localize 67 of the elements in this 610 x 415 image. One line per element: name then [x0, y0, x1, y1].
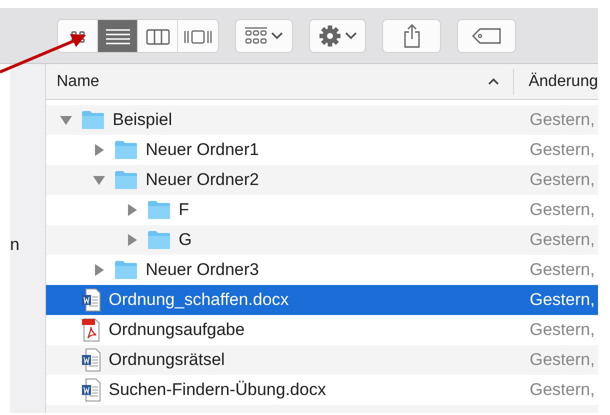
- file-row[interactable]: Neuer Ordner2 Gestern,: [46, 165, 598, 195]
- sort-ascending-icon: [488, 78, 499, 85]
- arrange-icon: [245, 26, 267, 44]
- modified-date: Gestern,: [528, 289, 595, 312]
- modified-date: Gestern,: [528, 229, 595, 252]
- pdf-document-icon: [80, 318, 101, 342]
- column-title: Änderung: [528, 72, 598, 90]
- folder-icon: [80, 110, 105, 130]
- file-name: Neuer Ordner2: [146, 169, 259, 192]
- columns-icon: [146, 28, 170, 44]
- action-button[interactable]: [309, 18, 366, 52]
- word-document-icon: [80, 348, 101, 372]
- modified-date: Gestern,: [528, 379, 595, 402]
- modified-date: Gestern,: [528, 199, 595, 222]
- file-row[interactable]: Ordnung_schaffen.docx Gestern,: [46, 285, 598, 315]
- disclosure-triangle-icon[interactable]: [92, 174, 105, 186]
- folder-icon: [114, 260, 138, 280]
- folder-icon: [146, 200, 171, 220]
- arrange-button[interactable]: [235, 18, 293, 52]
- modified-date: Gestern,: [528, 109, 595, 132]
- folder-icon: [114, 140, 138, 160]
- column-title: Name: [56, 72, 100, 92]
- file-name: Neuer Ordner3: [146, 259, 259, 282]
- view-button[interactable]: [98, 20, 138, 52]
- tag-button[interactable]: [457, 18, 516, 52]
- folder-icon: [146, 230, 171, 250]
- file-name: Suchen-Findern-Übung.docx: [108, 379, 326, 402]
- file-name: Neuer Ordner1: [146, 139, 259, 162]
- modified-date: Gestern,: [528, 169, 595, 192]
- date-column-header[interactable]: Änderung: [514, 70, 598, 94]
- word-document-icon: [80, 378, 101, 402]
- coverflow-icon: [184, 28, 212, 44]
- file-row[interactable]: Ordnungsaufgabe Gestern,: [46, 315, 598, 345]
- grid-icon: [70, 30, 84, 42]
- chevron-icon: [271, 32, 283, 40]
- file-name: Ordnung_schaffen.docx: [108, 289, 289, 312]
- file-row[interactable]: Suchen-Findern-Übung.docx Gestern,: [46, 375, 598, 405]
- file-name: F: [178, 199, 189, 222]
- chevron-icon: [344, 32, 356, 40]
- modified-date: Gestern,: [528, 349, 595, 372]
- file-row[interactable]: Beispiel Gestern,: [46, 105, 598, 135]
- disclosure-triangle-icon[interactable]: [126, 234, 138, 246]
- list-icon: [106, 28, 130, 44]
- file-row[interactable]: Neuer Ordner3 Gestern,: [46, 255, 598, 285]
- file-row[interactable]: Ordnungsrätsel Gestern,: [46, 345, 598, 375]
- disclosure-triangle-icon[interactable]: [126, 204, 138, 216]
- file-row[interactable]: G Gestern,: [46, 225, 598, 255]
- file-name: Ordnungsrätsel: [108, 349, 225, 372]
- gear-icon: [318, 24, 340, 46]
- modified-date: Gestern,: [528, 259, 595, 282]
- word-document-icon: [80, 288, 101, 312]
- modified-date: Gestern,: [528, 319, 595, 342]
- name-column-header[interactable]: Name: [46, 68, 514, 94]
- share-button[interactable]: [382, 18, 441, 52]
- disclosure-triangle-icon[interactable]: [60, 114, 72, 126]
- file-name: Beispiel: [112, 109, 172, 132]
- disclosure-triangle-icon[interactable]: [92, 144, 105, 156]
- file-name: Ordnungsaufgabe: [108, 319, 245, 342]
- file-row[interactable]: Neuer Ordner1 Gestern,: [46, 135, 598, 165]
- folder-icon: [114, 170, 138, 190]
- file-row[interactable]: F Gestern,: [46, 195, 598, 225]
- tag-icon: [472, 28, 502, 44]
- sidebar-text: n: [10, 234, 20, 256]
- modified-date: Gestern,: [528, 139, 595, 162]
- file-name: G: [178, 229, 192, 252]
- share-icon: [402, 24, 420, 48]
- disclosure-triangle-icon[interactable]: [92, 264, 105, 276]
